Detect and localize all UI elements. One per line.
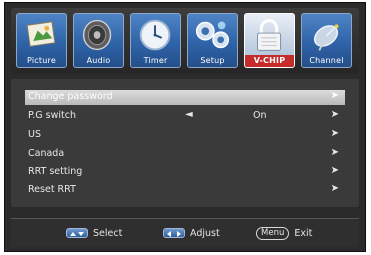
- v-chip-menu: Change password ➤ P.G switch ◄ On ➤ US ➤…: [11, 79, 359, 207]
- tab-audio[interactable]: Audio: [73, 13, 124, 68]
- tab-label: Channel: [309, 56, 344, 65]
- right-arrow-icon: ➤: [330, 183, 339, 194]
- satellite-dish-icon: [313, 24, 339, 51]
- tab-label: Picture: [27, 56, 56, 65]
- tab-channel[interactable]: Channel: [301, 13, 352, 68]
- menu-item-rrt-setting[interactable]: RRT setting ➤: [25, 165, 345, 180]
- menu-item-label: US: [28, 129, 41, 140]
- tab-setup[interactable]: Setup: [187, 13, 238, 68]
- pg-switch-value: On: [253, 110, 267, 121]
- setup-icon: [195, 21, 230, 49]
- hint-adjust: Adjust: [163, 226, 220, 240]
- lock-icon: [257, 19, 282, 51]
- picture-icon: [26, 21, 56, 47]
- hint-exit: Menu Exit: [256, 226, 312, 240]
- menu-item-us[interactable]: US ➤: [25, 128, 345, 143]
- menu-key-icon: Menu: [256, 226, 290, 240]
- up-down-keys-icon: [66, 228, 88, 238]
- menu-tab-bar: Picture Audio Timer Setup V-CHIP Channel: [11, 8, 359, 74]
- menu-item-canada[interactable]: Canada ➤: [25, 147, 345, 162]
- tab-label: V-CHIP: [245, 55, 294, 67]
- menu-item-reset-rrt[interactable]: Reset RRT ➤: [25, 183, 345, 198]
- menu-item-label: RRT setting: [28, 166, 83, 177]
- left-arrow-icon[interactable]: ◄: [185, 109, 193, 120]
- right-arrow-icon[interactable]: ➤: [331, 109, 339, 120]
- clock-icon: [139, 19, 171, 51]
- right-arrow-icon: ➤: [330, 128, 339, 139]
- tab-picture[interactable]: Picture: [16, 13, 67, 68]
- left-right-keys-icon: [163, 228, 185, 238]
- hint-exit-label: Exit: [294, 227, 313, 239]
- tab-timer[interactable]: Timer: [130, 13, 181, 68]
- menu-item-pg-switch[interactable]: P.G switch ◄ On ➤: [25, 109, 345, 124]
- menu-item-label: P.G switch: [28, 110, 76, 121]
- right-arrow-icon: ➤: [330, 165, 339, 176]
- speaker-icon: [82, 19, 112, 51]
- tab-v-chip[interactable]: V-CHIP: [244, 13, 295, 68]
- menu-item-change-password[interactable]: Change password ➤: [25, 90, 345, 105]
- hint-select: Select: [66, 226, 122, 240]
- right-arrow-icon: ➤: [330, 147, 339, 158]
- menu-item-label: Canada: [28, 148, 65, 159]
- tv-osd-window: Picture Audio Timer Setup V-CHIP Channel…: [4, 2, 366, 252]
- hint-adjust-label: Adjust: [190, 227, 220, 239]
- tab-label: Timer: [143, 56, 168, 65]
- menu-item-label: Change password: [28, 91, 113, 102]
- tab-label: Setup: [200, 56, 225, 65]
- hint-select-label: Select: [93, 227, 123, 239]
- key-hint-bar: Select Adjust Menu Exit: [11, 218, 359, 247]
- menu-item-label: Reset RRT: [28, 184, 76, 195]
- right-arrow-icon: ➤: [330, 90, 339, 101]
- tab-label: Audio: [86, 56, 111, 65]
